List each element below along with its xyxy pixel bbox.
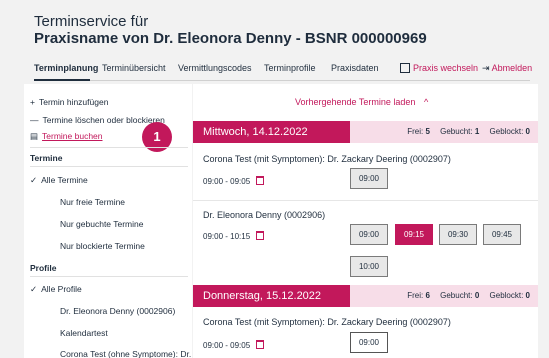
free-label: Frei: bbox=[407, 127, 424, 136]
tab-vermittlungscodes[interactable]: Vermittlungscodes bbox=[178, 63, 252, 73]
profile-corona-test-ohne-symptome[interactable]: Corona Test (ohne Symptome): Dr. Z bbox=[60, 349, 199, 358]
delete-block-button[interactable]: — Termine löschen oder blockieren bbox=[30, 115, 165, 125]
day-stats: Frei: 6 Gebucht: 0 Geblockt: 0 bbox=[407, 291, 530, 300]
trash-icon[interactable] bbox=[256, 176, 265, 185]
day-title: Mittwoch, 14.12.2022 bbox=[193, 121, 350, 143]
group-time: 09:00 - 10:15 bbox=[203, 231, 265, 241]
filter-booked-appointments[interactable]: Nur gebuchte Termine bbox=[60, 219, 143, 229]
calendar-icon: ▤ bbox=[30, 131, 39, 141]
filter-blocked-appointments[interactable]: Nur blockierte Termine bbox=[60, 241, 145, 251]
chevron-up-icon: ^ bbox=[423, 97, 429, 107]
profile-all[interactable]: ✓ Alle Profile bbox=[30, 284, 82, 295]
delete-block-label: Termine löschen oder blockieren bbox=[42, 115, 165, 125]
tab-praxisdaten[interactable]: Praxisdaten bbox=[331, 63, 379, 73]
booked-label: Gebucht: bbox=[440, 127, 473, 136]
section-profile: Profile bbox=[30, 263, 57, 273]
blocked-count: 0 bbox=[525, 127, 530, 136]
trash-icon[interactable] bbox=[256, 340, 265, 349]
minus-icon: — bbox=[30, 115, 39, 125]
tab-terminuebersicht[interactable]: Terminübersicht bbox=[102, 63, 166, 73]
day-header: Mittwoch, 14.12.2022 Frei: 5 Gebucht: 1 … bbox=[193, 121, 538, 143]
time-range: 09:00 - 09:05 bbox=[203, 341, 251, 350]
nav-divider bbox=[34, 80, 530, 81]
group-time: 09:00 - 09:05 bbox=[203, 176, 265, 186]
slot-button[interactable]: 09:45 bbox=[483, 224, 521, 245]
profile-eleonora-denny[interactable]: Dr. Eleonora Denny (0002906) bbox=[60, 306, 175, 316]
sidebar: + Termin hinzufügen — Termine löschen oder… bbox=[24, 84, 199, 358]
blocked-label: Geblockt: bbox=[489, 127, 524, 136]
logout-label: Abmelden bbox=[491, 63, 533, 73]
book-appointments-link[interactable]: ▤ Termine buchen bbox=[30, 131, 103, 142]
group-title: Corona Test (mit Symptomen): Dr. Zackary… bbox=[203, 154, 451, 164]
trash-icon[interactable] bbox=[256, 231, 265, 240]
header-subtitle: Terminservice für bbox=[34, 13, 149, 30]
row-divider bbox=[193, 200, 538, 201]
check-icon: ✓ bbox=[30, 284, 38, 294]
booked-count: 0 bbox=[474, 291, 480, 300]
load-previous-label: Vorhergehende Termine laden bbox=[295, 97, 416, 107]
slot-button-free[interactable]: 09:00 bbox=[350, 332, 388, 353]
add-appointment-label: Termin hinzufügen bbox=[38, 97, 109, 107]
section-termine: Termine bbox=[30, 153, 63, 163]
slot-button-booked[interactable]: 09:15 bbox=[395, 224, 433, 245]
logout-icon: ⇥ bbox=[482, 63, 490, 73]
profile-kalendartest[interactable]: Kalendartest bbox=[60, 328, 108, 338]
booked-count: 1 bbox=[474, 127, 480, 136]
free-label: Frei: bbox=[407, 291, 424, 300]
day-title: Donnerstag, 15.12.2022 bbox=[193, 285, 350, 307]
group-title: Dr. Eleonora Denny (0002906) bbox=[203, 210, 326, 220]
book-appointments-label: Termine buchen bbox=[42, 131, 103, 141]
add-appointment-button[interactable]: + Termin hinzufügen bbox=[30, 97, 108, 107]
time-range: 09:00 - 09:05 bbox=[203, 177, 251, 186]
group-title: Corona Test (mit Symptomen): Dr. Zackary… bbox=[203, 317, 451, 327]
slot-button[interactable]: 09:30 bbox=[439, 224, 477, 245]
slot-button[interactable]: 09:00 bbox=[350, 224, 388, 245]
load-previous-button[interactable]: Vorhergehende Termine laden ^ bbox=[295, 97, 428, 107]
day-header: Donnerstag, 15.12.2022 Frei: 6 Gebucht: … bbox=[193, 285, 538, 307]
divider bbox=[30, 166, 188, 167]
filter-all-appointments[interactable]: ✓ Alle Termine bbox=[30, 175, 88, 186]
divider bbox=[30, 147, 188, 148]
check-icon: ✓ bbox=[30, 175, 38, 185]
time-range: 09:00 - 10:15 bbox=[203, 232, 251, 241]
switch-practice-link[interactable]: Praxis wechseln bbox=[400, 63, 478, 73]
booked-label: Gebucht: bbox=[440, 291, 473, 300]
plus-icon: + bbox=[30, 97, 35, 107]
day-stats: Frei: 5 Gebucht: 1 Geblockt: 0 bbox=[407, 127, 530, 136]
switch-practice-label: Praxis wechseln bbox=[413, 63, 479, 73]
slot-button[interactable]: 10:00 bbox=[350, 256, 388, 277]
appointment-list: Vorhergehende Termine laden ^ Mittwoch, … bbox=[193, 84, 538, 358]
page-title: Praxisname von Dr. Eleonora Denny - BSNR… bbox=[34, 30, 427, 47]
tab-terminprofile[interactable]: Terminprofile bbox=[264, 63, 316, 73]
group-time: 09:00 - 09:05 bbox=[203, 340, 265, 350]
building-icon bbox=[400, 63, 410, 73]
blocked-count: 0 bbox=[525, 291, 530, 300]
divider bbox=[30, 276, 188, 277]
filter-free-appointments[interactable]: Nur freie Termine bbox=[60, 197, 125, 207]
slot-button[interactable]: 09:00 bbox=[350, 168, 388, 189]
free-count: 5 bbox=[425, 127, 430, 136]
blocked-label: Geblockt: bbox=[489, 291, 524, 300]
free-count: 6 bbox=[425, 291, 430, 300]
filter-label: Alle Termine bbox=[41, 175, 88, 185]
logout-link[interactable]: ⇥ Abmelden bbox=[482, 63, 532, 74]
active-tab-indicator bbox=[34, 79, 90, 81]
tab-terminplanung[interactable]: Terminplanung bbox=[34, 63, 98, 73]
profile-label: Alle Profile bbox=[41, 284, 82, 294]
